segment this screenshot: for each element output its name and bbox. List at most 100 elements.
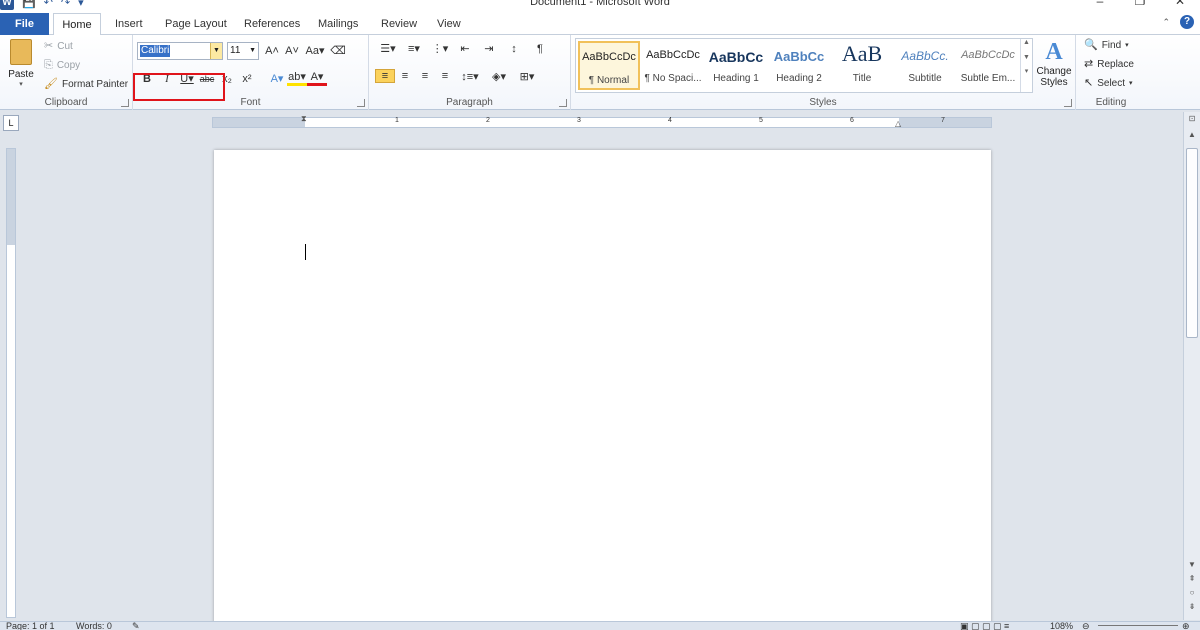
ribbon: Paste ▾ ✂ Cut ⎘ Copy 🖌 Format Painter Cl… [0,35,1200,110]
numbering-icon[interactable]: ≡▾ [401,42,427,55]
view-ruler-icon[interactable]: ⊡ [1184,112,1200,126]
help-icon[interactable]: ? [1180,15,1194,29]
style-title-name: Title [852,73,872,84]
tab-page-layout[interactable]: Page Layout [161,13,231,36]
scroll-down-icon[interactable]: ▼ [1184,558,1200,572]
style-heading-2-preview: AaBbCc [773,49,825,64]
borders-icon[interactable]: ⊞▾ [513,70,541,83]
multilevel-list-icon[interactable]: ⋮▾ [427,42,453,55]
page-count[interactable]: Page: 1 of 1 [6,622,55,630]
font-size-combo[interactable]: 11 ▼ [227,42,259,60]
gallery-scroll[interactable]: ▲ ▼ ▾ [1020,39,1032,92]
tab-review[interactable]: Review [377,13,421,36]
justify-icon[interactable]: ≡ [435,70,455,82]
select-browse-object-icon[interactable]: ○ [1184,586,1200,600]
right-indent-icon[interactable]: △ [895,119,901,128]
show-formatting-icon[interactable]: ¶ [527,43,553,55]
word-count[interactable]: Words: 0 [76,622,112,630]
zoom-in-icon[interactable]: ⊕ [1182,622,1190,630]
decrease-indent-icon[interactable]: ⇤ [453,42,477,55]
scroll-thumb[interactable] [1186,148,1198,338]
align-center-icon[interactable]: ≡ [395,70,415,82]
zoom-level[interactable]: 108% [1050,622,1073,630]
change-styles-button[interactable]: A Change Styles [1035,38,1073,88]
close-button[interactable]: ✕ [1160,0,1200,8]
vertical-scrollbar[interactable]: ⊡ ▲ ▼ ⇞ ○ ⇟ [1183,112,1200,620]
tab-home[interactable]: Home [53,13,101,36]
window-title: Document1 - Microsoft Word [530,0,670,8]
restore-button[interactable]: ❐ [1120,0,1160,8]
next-page-icon[interactable]: ⇟ [1184,600,1200,614]
gallery-down-icon[interactable]: ▼ [1021,54,1032,61]
copy-label: Copy [56,59,81,71]
paragraph-group-label: Paragraph [446,97,493,108]
tab-file[interactable]: File [0,13,49,35]
cut-button[interactable]: ✂ Cut [44,38,73,54]
font-color-icon[interactable]: A▾ [307,71,327,86]
gallery-up-icon[interactable]: ▲ [1021,39,1032,46]
format-painter-label: Format Painter [61,78,129,90]
line-spacing-icon[interactable]: ↕≡▾ [455,70,485,83]
tab-insert[interactable]: Insert [111,13,147,36]
replace-button[interactable]: ⇄ Replace [1084,56,1134,72]
highlight-icon[interactable]: ab▾ [287,71,307,86]
clipboard-group: Paste ▾ ✂ Cut ⎘ Copy 🖌 Format Painter Cl… [0,35,133,110]
view-buttons[interactable]: ▣ ▢ ▢ ▢ ≡ [960,622,1009,630]
font-name-combo[interactable]: Calibri ▼ [137,42,223,60]
tab-references[interactable]: References [240,13,304,36]
zoom-slider[interactable] [1098,625,1178,626]
tab-selector[interactable]: L [3,115,19,131]
align-right-icon[interactable]: ≡ [415,70,435,82]
shrink-font-icon[interactable]: A˅ [282,45,302,57]
style-no-spacing-name: ¶ No Spaci... [644,73,702,84]
superscript-icon[interactable]: x² [237,73,257,85]
find-button[interactable]: 🔍 Find ▾ [1084,37,1129,53]
vertical-ruler[interactable] [6,148,16,618]
shading-icon[interactable]: ◈▾ [485,70,513,83]
style-heading-2-name: Heading 2 [776,73,822,84]
zoom-out-icon[interactable]: ⊖ [1082,622,1090,630]
style-no-spacing[interactable]: AaBbCcDc ¶ No Spaci... [642,41,704,90]
clipboard-launcher-icon[interactable] [121,99,129,107]
font-name-dropdown-icon[interactable]: ▼ [210,43,222,59]
find-dropdown-icon: ▾ [1125,42,1129,49]
style-subtitle[interactable]: AaBbCc. Subtitle [894,41,956,90]
styles-launcher-icon[interactable] [1064,99,1072,107]
style-heading-2[interactable]: AaBbCc Heading 2 [768,41,830,90]
clear-formatting-icon[interactable]: ⌫ [328,44,348,57]
sort-icon[interactable]: ↕ [501,43,527,55]
scroll-up-icon[interactable]: ▲ [1184,128,1200,142]
font-launcher-icon[interactable] [357,99,365,107]
select-button[interactable]: ↖ Select ▾ [1084,75,1133,91]
copy-button[interactable]: ⎘ Copy [44,57,80,73]
bullets-icon[interactable]: ☰▾ [375,42,401,55]
change-case-icon[interactable]: Aa▾ [302,44,328,57]
style-heading-1[interactable]: AaBbCc Heading 1 [705,41,767,90]
previous-page-icon[interactable]: ⇞ [1184,572,1200,586]
tab-mailings[interactable]: Mailings [314,13,362,36]
style-subtle-emphasis[interactable]: AaBbCcDc Subtle Em... [957,41,1019,90]
paragraph-launcher-icon[interactable] [559,99,567,107]
style-subtitle-preview: AaBbCc. [901,49,949,63]
style-title[interactable]: AaB Title [831,41,893,90]
horizontal-ruler[interactable]: ⧗ △ 1 2 3 4 5 6 7 [212,114,992,128]
document-page[interactable] [214,150,991,630]
proofing-icon[interactable]: ✎ [132,622,140,630]
increase-indent-icon[interactable]: ⇥ [477,42,501,55]
paste-button[interactable]: Paste ▾ [6,39,36,88]
font-size-dropdown-icon[interactable]: ▼ [249,43,256,59]
style-normal[interactable]: AaBbCcDc ¶ Normal [578,41,640,90]
left-margin-area [213,118,305,127]
style-title-preview: AaB [841,41,883,66]
format-painter-button[interactable]: 🖌 Format Painter [44,76,128,92]
paste-icon [10,39,32,65]
gallery-more-icon[interactable]: ▾ [1021,67,1032,75]
minimize-ribbon-icon[interactable]: ⌃ [1162,17,1170,28]
minimize-button[interactable]: – [1080,0,1120,8]
style-normal-name: ¶ Normal [588,75,630,86]
tab-view[interactable]: View [433,13,465,36]
align-left-icon[interactable]: ≡ [375,69,395,83]
text-effects-icon[interactable]: A▾ [267,72,287,85]
grow-font-icon[interactable]: A˄ [262,45,282,57]
indent-marker-icon[interactable]: ⧗ [301,114,307,124]
